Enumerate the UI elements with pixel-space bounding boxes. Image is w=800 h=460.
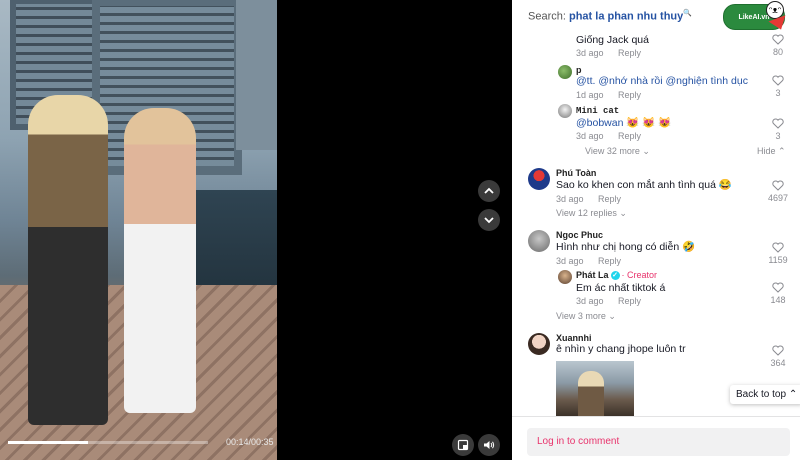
like-button[interactable]: 4697 [763,180,793,203]
previous-video-button[interactable] [478,180,500,202]
reply-button[interactable]: Reply [618,296,641,306]
comment-emoji: 🤣 [682,241,696,253]
reply-button[interactable]: Reply [618,48,641,58]
heart-icon [772,34,784,45]
comment-date: 3d ago [576,48,604,58]
building-right [236,0,277,150]
username[interactable]: Mini cat [576,106,619,116]
view-more-replies-button[interactable]: View 32 more ⌄ [585,146,650,157]
comment-meta: 3d ago Reply [556,256,621,266]
comment-meta: 1d ago Reply [576,90,641,100]
heart-icon [772,75,784,86]
like-button[interactable]: 3 [763,75,793,98]
video-player[interactable]: 00:14/00:35 [0,0,277,460]
volume-icon [484,441,495,449]
back-to-top-button[interactable]: Back to top ⌃ [730,385,800,404]
view-more-replies-button[interactable]: View 3 more ⌄ [556,311,616,322]
comment-date: 3d ago [556,194,584,204]
video-pane: 00:14/00:35 [0,0,512,460]
reply-button[interactable]: Reply [618,131,641,141]
verified-badge-icon: ✓ [610,271,620,281]
comment-emoji: 😻 😻 😻 [626,117,672,129]
person-left [28,95,108,425]
comment-text: Sao ko khen con mắt anh tình quá 😂 [556,179,732,191]
comment-text: Em ác nhất tiktok á [576,282,666,294]
search-icon: 🔍 [683,10,692,17]
comment-text: ê nhìn y chang jhope luôn tr [556,343,686,355]
volume-button[interactable] [478,434,500,456]
comment-text: Giống Jack quá [576,34,649,46]
comment-meta: 3d ago Reply [556,194,621,204]
comment-date: 1d ago [576,90,604,100]
avatar[interactable] [528,230,550,252]
search-bar[interactable]: Search: phat la phan nhu thuy🔍 [528,9,692,23]
like-button[interactable]: 3 [763,118,793,141]
video-progress-bar[interactable] [8,441,208,444]
creator-badge: · Creator [621,270,658,280]
avatar[interactable] [528,168,550,190]
comment-text: Hình như chị hong có diễn 🤣 [556,241,696,253]
comment-emoji: 😂 [718,179,732,191]
double-chevron-up-icon: ⌃ [788,389,798,400]
username[interactable]: Phát La ✓ · Creator [576,270,658,281]
like-button[interactable]: 1159 [763,242,793,265]
comment-input-bar: Log in to comment [512,416,800,460]
reply-button[interactable]: Reply [598,256,621,266]
next-video-button[interactable] [478,209,500,231]
comment-date: 3d ago [576,296,604,306]
like-count: 1159 [768,255,788,265]
comment-date: 3d ago [556,256,584,266]
picture-in-picture-button[interactable] [452,434,474,456]
search-query[interactable]: phat la phan nhu thuy [569,11,683,23]
view-replies-button[interactable]: View 12 replies ⌄ [556,208,627,219]
comment-meta: 3d ago Reply [576,131,641,141]
username[interactable]: Xuannhi [556,333,592,343]
like-button[interactable]: 364 [763,345,793,368]
comment-date: 3d ago [576,131,604,141]
comment-meta: 3d ago Reply [576,48,641,58]
video-progress-fill [8,441,88,444]
mention-link[interactable]: @bobwan [576,117,623,129]
mention-link[interactable]: @tt. @nhớ nhà rồi @nghiện tình dục [576,75,748,87]
reply-button[interactable]: Reply [618,90,641,100]
like-count: 80 [772,47,783,57]
comments-panel: Search: phat la phan nhu thuy🔍 LikeAI.vn… [512,0,800,460]
like-button[interactable]: 80 [763,34,793,57]
comment-text: @tt. @nhớ nhà rồi @nghiện tình dục [576,75,748,87]
like-button[interactable]: 148 [763,282,793,305]
like-count: 4697 [767,193,789,203]
search-label: Search: [528,10,566,23]
heart-icon [772,242,784,253]
heart-icon [772,180,784,191]
username[interactable]: p [576,65,582,75]
avatar[interactable] [558,270,572,284]
video-time: 00:14/00:35 [226,437,274,447]
like-count: 148 [770,295,786,305]
avatar[interactable] [528,333,550,355]
comment-image-thumbnail[interactable] [556,361,634,416]
like-count: 3 [775,131,781,141]
like-count: 3 [775,88,781,98]
avatar[interactable] [558,104,572,118]
person-right [124,108,196,413]
comment-text: @bobwan 😻 😻 😻 [576,116,671,129]
pip-icon [457,439,469,451]
comment-meta: 3d ago Reply [576,296,641,306]
heart-icon [772,282,784,293]
username[interactable]: Phú Toàn [556,168,596,178]
login-to-comment-button[interactable]: Log in to comment [527,428,790,456]
like-count: 364 [770,358,786,368]
chevron-up-icon [484,187,494,194]
chevron-down-icon [484,217,494,224]
hide-replies-button[interactable]: Hide ⌃ [757,146,786,157]
heart-icon [772,345,784,356]
heart-icon [772,118,784,129]
avatar[interactable] [558,65,572,79]
reply-button[interactable]: Reply [598,194,621,204]
username[interactable]: Ngoc Phuc [556,230,603,240]
